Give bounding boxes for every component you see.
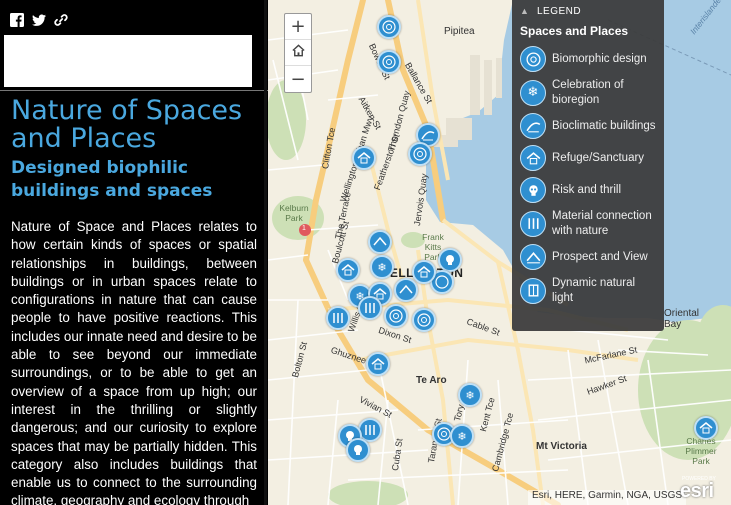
legend-item: Risk and thrill	[512, 175, 664, 207]
chevron-up-icon: ▲	[520, 6, 530, 16]
zoom-out-button[interactable]: −	[285, 66, 311, 92]
biomorphic-icon	[520, 46, 546, 72]
label-charles-plimmer: Charles Plimmer Park	[685, 436, 717, 466]
route-shield-label: 1	[302, 225, 306, 232]
marker-bioregion[interactable]: ❄	[450, 424, 474, 448]
marker-refuge[interactable]	[366, 352, 390, 376]
zoom-in-button[interactable]: +	[285, 14, 311, 40]
story-body: Nature of Space and Places relates to ho…	[11, 219, 257, 505]
home-icon	[291, 42, 306, 63]
prospect-icon	[520, 244, 546, 270]
label-oriental-bay: Oriental Bay	[664, 308, 700, 330]
marker-biomorphic[interactable]	[377, 50, 401, 74]
legend-item-label: Risk and thrill	[552, 183, 622, 196]
story-subtitle: Designed biophilic buildings and spaces	[11, 158, 213, 201]
marker-bioregion[interactable]: ❄	[458, 383, 482, 407]
legend-item-label: Dynamic natural light	[552, 277, 636, 304]
legend-layer-title: Spaces and Places	[520, 24, 629, 38]
legend-item: Dynamic natural light	[512, 274, 664, 309]
marker-biomorphic[interactable]	[408, 142, 432, 166]
legend-item-label: Material connection with nature	[552, 210, 652, 237]
marker-risk[interactable]	[438, 248, 462, 272]
marker-refuge[interactable]	[694, 416, 718, 440]
label-te-aro: Te Aro	[416, 375, 447, 386]
legend-item-label: Biomorphic design	[552, 52, 647, 65]
legend-item-label: Prospect and View	[552, 250, 648, 263]
zoom-control: + −	[284, 13, 312, 93]
legend-item: Biomorphic design	[512, 44, 664, 76]
legend-item: Prospect and View	[512, 242, 664, 274]
marker-refuge[interactable]	[412, 260, 436, 284]
bioclimatic-icon	[520, 113, 546, 139]
legend-item-label: Refuge/Sanctuary	[552, 151, 645, 164]
label-kelburn-park: Kelburn Park	[279, 203, 309, 223]
marker-bioregion[interactable]: ❄	[370, 255, 394, 279]
marker-biomorphic[interactable]	[377, 15, 401, 39]
esri-logo[interactable]: esri	[680, 480, 714, 503]
twitter-icon[interactable]	[32, 12, 46, 26]
snowflake-icon: ❄	[520, 79, 546, 106]
legend-item: Refuge/Sanctuary	[512, 143, 664, 175]
marker-risk[interactable]	[346, 438, 370, 462]
marker-prospect[interactable]	[368, 230, 392, 254]
legend-header: LEGEND	[537, 5, 582, 17]
material-icon	[520, 210, 546, 237]
label-pipitea: Pipitea	[444, 26, 475, 37]
legend-panel: ▲ LEGEND Spaces and Places Biomorphic de…	[512, 0, 664, 331]
marker-material[interactable]	[358, 296, 382, 320]
legend-item-label: Celebration of bioregion	[552, 79, 624, 106]
logo-placeholder	[4, 35, 252, 87]
home-button[interactable]	[285, 40, 311, 66]
light-icon	[520, 277, 546, 304]
story-panel: Nature of Spaces and Places Designed bio…	[0, 0, 268, 505]
legend-item-label: Bioclimatic buildings	[552, 119, 656, 132]
label-mt-victoria: Mt Victoria	[536, 441, 587, 452]
marker-prospect[interactable]	[394, 278, 418, 302]
marker-biomorphic[interactable]	[412, 308, 436, 332]
share-bar	[10, 12, 68, 30]
legend-item: Material connection with nature	[512, 207, 664, 242]
story-title: Nature of Spaces and Places	[11, 95, 243, 154]
legend-item: Bioclimatic buildings	[512, 111, 664, 143]
link-icon[interactable]	[54, 12, 68, 26]
panel-divider	[0, 90, 268, 91]
marker-refuge[interactable]	[352, 146, 376, 170]
refuge-icon	[520, 145, 546, 171]
marker-biomorphic[interactable]	[384, 304, 408, 328]
map-attribution[interactable]: Esri, HERE, Garmin, NGA, USGS	[528, 490, 687, 505]
panel-scrollbar[interactable]	[264, 0, 267, 505]
legend-toggle[interactable]: ▲ LEGEND	[512, 0, 664, 22]
skull-icon	[520, 177, 546, 203]
marker-refuge[interactable]	[336, 258, 360, 282]
marker-material[interactable]	[326, 306, 350, 330]
facebook-icon[interactable]	[10, 12, 24, 27]
legend-item: ❄ Celebration of bioregion	[512, 76, 664, 111]
map-view[interactable]: Pipitea WELLINGTON Te Aro Mt Victoria Or…	[268, 0, 731, 505]
